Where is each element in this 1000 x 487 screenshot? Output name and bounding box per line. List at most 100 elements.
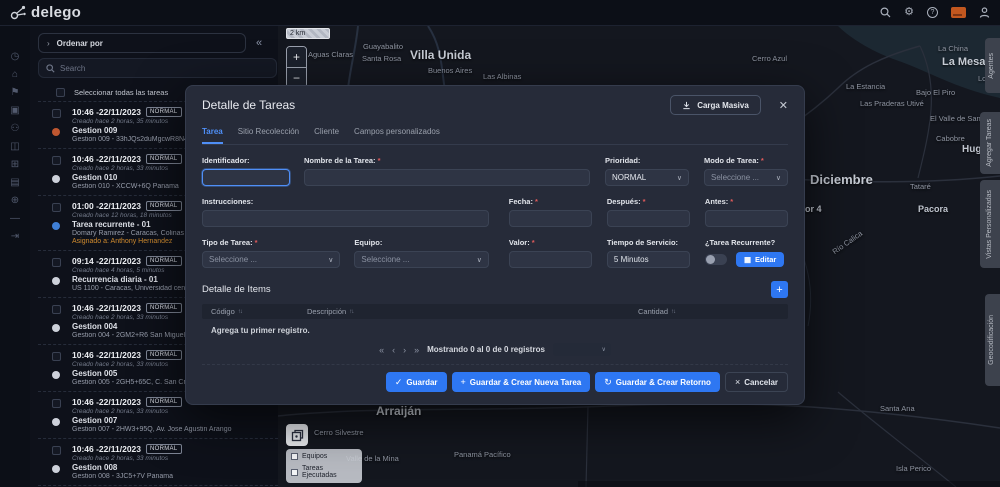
bookmark-icon[interactable]: ⚑ — [11, 88, 20, 98]
home-icon[interactable]: ⌂ — [12, 70, 18, 80]
history-icon[interactable]: ◷ — [11, 52, 20, 62]
task-checkbox[interactable] — [52, 258, 61, 267]
despues-input[interactable] — [607, 210, 690, 227]
task-detail-modal: Detalle de Tareas Carga Masiva ✕ Tarea S… — [185, 85, 805, 405]
antes-input[interactable] — [705, 210, 788, 227]
task-checkbox[interactable] — [52, 156, 61, 165]
task-address: Gestion 008 - 3JC5+7V Panama — [72, 473, 274, 480]
task-priority-badge: NORMAL — [146, 107, 181, 117]
save-button[interactable]: ✓ Guardar — [386, 372, 447, 392]
briefcase-icon[interactable]: ▣ — [10, 106, 19, 116]
task-priority-badge: NORMAL — [146, 350, 181, 360]
prev-page-icon[interactable]: ‹ — [392, 345, 395, 355]
save-create-return-button[interactable]: ↻ Guardar & Crear Retorno — [595, 372, 720, 392]
column-header-cantidad[interactable]: Cantidad↑↓ — [638, 307, 788, 316]
prioridad-select[interactable]: NORMAL∨ — [605, 169, 689, 186]
document-icon[interactable]: ▤ — [10, 178, 19, 188]
sort-by-dropdown[interactable]: › Ordenar por — [38, 33, 246, 53]
valor-input[interactable] — [509, 251, 592, 268]
side-tab[interactable]: Geocodificación — [985, 294, 1000, 386]
layer-toggle-row[interactable]: Tareas Ejecutadas — [291, 465, 357, 479]
layer-checkbox[interactable] — [291, 453, 298, 460]
search-icon[interactable] — [880, 7, 891, 18]
recurrente-toggle[interactable] — [705, 254, 727, 265]
chevron-down-icon: ∨ — [602, 346, 606, 353]
pagination-status: Mostrando 0 al 0 de 0 registros — [427, 345, 545, 354]
first-page-icon[interactable]: « — [379, 345, 384, 355]
task-checkbox[interactable] — [52, 399, 61, 408]
edit-recurrence-button[interactable]: ▦ Editar — [736, 252, 784, 267]
right-tab-strip: Agentes Agregar Tareas Vistas Personaliz… — [978, 26, 1000, 487]
last-page-icon[interactable]: » — [414, 345, 419, 355]
team-icon[interactable]: ⚇ — [11, 124, 20, 134]
side-tab[interactable]: Agentes — [985, 38, 1000, 93]
layer-checkbox[interactable] — [291, 469, 298, 476]
user-icon[interactable] — [979, 7, 990, 18]
task-time: 10:46 -22/11/2023 — [72, 350, 141, 360]
map-attribution-bar — [578, 481, 1000, 487]
tipo-tarea-select[interactable]: Seleccione ...∨ — [202, 251, 340, 268]
column-header-codigo[interactable]: Código↑↓ — [202, 307, 307, 316]
modal-tab[interactable]: Cliente — [314, 127, 339, 144]
side-tab[interactable]: Agregar Tareas — [980, 112, 1000, 174]
collapse-panel-icon[interactable]: « — [256, 37, 262, 49]
map-place-label: Cerro Azul — [752, 54, 787, 63]
task-checkbox[interactable] — [52, 352, 61, 361]
fecha-input[interactable] — [509, 210, 592, 227]
help-icon[interactable]: ? — [927, 7, 938, 18]
task-time: 10:46 -22/11/2023 — [72, 154, 141, 164]
package-icon[interactable]: ◫ — [10, 142, 19, 152]
download-icon — [682, 101, 691, 110]
search-input[interactable] — [60, 64, 269, 73]
map-place-label: Guayabalito — [363, 42, 403, 51]
apps-icon[interactable]: ⊞ — [11, 160, 19, 170]
map-layers-button[interactable] — [286, 424, 308, 446]
zoom-in-button[interactable]: + — [287, 47, 306, 67]
items-empty-message: Agrega tu primer registro. — [202, 319, 788, 341]
task-checkbox[interactable] — [52, 203, 61, 212]
modal-tab[interactable]: Sitio Recolección — [238, 127, 299, 144]
modo-tarea-select[interactable]: Seleccione ...∨ — [704, 169, 788, 186]
field-label-antes: Antes:* — [705, 197, 788, 206]
map-place-label: Panamá Pacífico — [454, 450, 511, 459]
task-priority-badge: NORMAL — [146, 303, 181, 313]
modal-tab[interactable]: Campos personalizados — [354, 127, 440, 144]
task-checkbox[interactable] — [52, 305, 61, 314]
task-time: 10:46 -22/11/2023 — [72, 107, 141, 117]
cancel-button[interactable]: × Cancelar — [725, 372, 788, 392]
close-icon[interactable]: ✕ — [779, 99, 788, 112]
map-place-label: Arraiján — [376, 404, 421, 418]
zoom-out-button[interactable]: − — [287, 67, 306, 87]
task-status-dot — [52, 465, 60, 473]
bulk-upload-button[interactable]: Carga Masiva — [670, 95, 761, 115]
modal-tab[interactable]: Tarea — [202, 127, 223, 144]
task-checkbox[interactable] — [52, 109, 61, 118]
app-logo: delego — [10, 4, 81, 21]
layer-toggle-row[interactable]: Equipos — [291, 453, 357, 460]
task-checkbox[interactable] — [52, 446, 61, 455]
logout-icon[interactable]: ⇥ — [11, 232, 19, 242]
task-status-dot — [52, 222, 60, 230]
task-title: Gestion 008 — [72, 463, 274, 472]
page-size-select[interactable]: ∨ — [553, 343, 611, 356]
equipo-select[interactable]: Seleccione ...∨ — [354, 251, 488, 268]
task-item[interactable]: 10:46 -22/11/2023 NORMAL Creado hace 2 h… — [38, 438, 278, 485]
settings-gear-icon[interactable]: ⚙ — [904, 7, 914, 18]
tiempo-servicio-input[interactable] — [607, 251, 690, 268]
select-all-checkbox[interactable] — [56, 88, 65, 97]
language-flag-icon[interactable] — [951, 7, 966, 18]
nombre-tarea-input[interactable] — [304, 169, 590, 186]
instrucciones-input[interactable] — [202, 210, 489, 227]
identificador-input[interactable] — [202, 169, 290, 186]
field-label-tipo: Tipo de Tarea:* — [202, 238, 340, 247]
field-label-tarea-recurrente: ¿Tarea Recurrente? — [705, 238, 788, 247]
side-tab[interactable]: Vistas Personalizadas — [980, 180, 1000, 268]
column-header-descripcion[interactable]: Descripción↑↓ — [307, 307, 638, 316]
next-page-icon[interactable]: › — [403, 345, 406, 355]
sort-by-label: Ordenar por — [57, 39, 103, 48]
add-item-button[interactable]: + — [771, 281, 788, 298]
map-place-label: Cabobre — [936, 134, 965, 143]
rail-divider[interactable]: — — [10, 214, 20, 224]
save-new-task-button[interactable]: + Guardar & Crear Nueva Tarea — [452, 372, 591, 392]
globe-icon[interactable]: ⊕ — [11, 196, 19, 206]
